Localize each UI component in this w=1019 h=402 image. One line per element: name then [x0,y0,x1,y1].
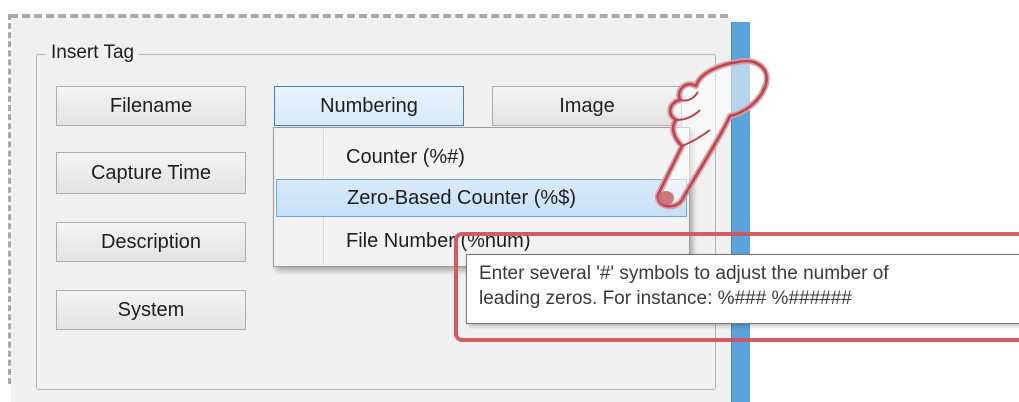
group-title: Insert Tag [46,42,140,64]
description-button[interactable]: Description [56,222,246,262]
tooltip-line-2: leading zeros. For instance: %### %#####… [479,288,852,309]
capture-time-button[interactable]: Capture Time [56,152,246,194]
filename-button[interactable]: Filename [56,86,246,126]
system-button[interactable]: System [56,290,246,330]
tooltip: Enter several '#' symbols to adjust the … [466,254,1019,324]
numbering-button[interactable]: Numbering [274,86,464,126]
menu-item-counter[interactable]: Counter (%#) [276,138,687,176]
tooltip-line-1: Enter several '#' symbols to adjust the … [479,263,889,284]
pointing-hand-icon [654,58,770,210]
menu-item-zero-based-counter[interactable]: Zero-Based Counter (%$) [276,179,687,217]
